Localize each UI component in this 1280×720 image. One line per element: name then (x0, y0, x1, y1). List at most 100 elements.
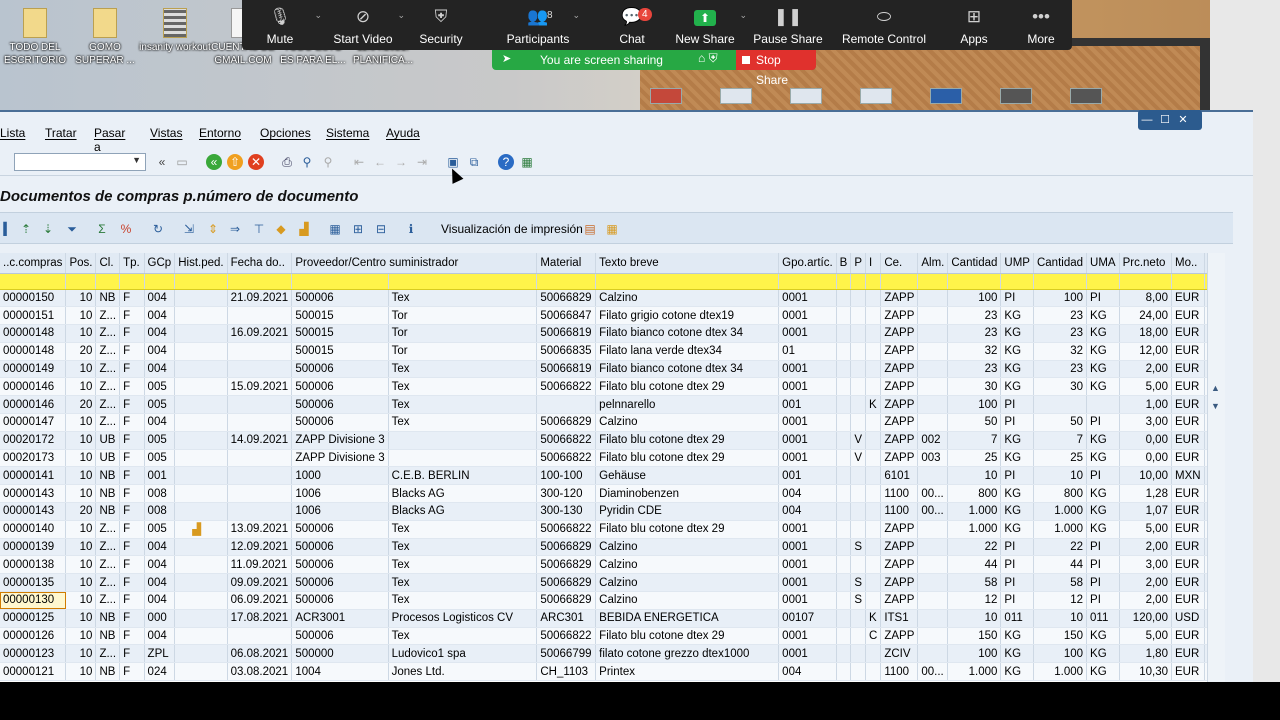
menu-item[interactable]: Lista (0, 126, 25, 140)
table-cell[interactable]: 20 (65, 502, 97, 521)
table-cell[interactable] (865, 449, 882, 468)
table-cell[interactable]: Calzino (595, 591, 780, 610)
table-cell[interactable]: 00000130 (0, 591, 67, 610)
table-cell[interactable]: 0001 (778, 360, 837, 379)
desktop-icon[interactable]: insanity workout (138, 8, 212, 54)
table-cell[interactable] (917, 573, 949, 593)
table-cell[interactable] (917, 591, 949, 610)
table-cell[interactable]: 004 (144, 555, 176, 575)
table-cell[interactable]: Calzino (595, 573, 780, 593)
subtotal-icon[interactable]: % (118, 221, 134, 237)
table-cell[interactable]: Z... (95, 306, 121, 326)
table-cell[interactable] (836, 644, 852, 664)
table-cell[interactable]: 00107 (778, 609, 837, 628)
table-row[interactable]: 00000146 20 Z... F 005 500006 Tex pelnnarello 00… (0, 395, 1225, 415)
more-button[interactable]: ••• More (997, 6, 1085, 46)
table-cell[interactable]: 50066835 (536, 342, 597, 361)
table-cell[interactable]: 50066822 (536, 377, 597, 397)
table-cell[interactable] (174, 306, 228, 326)
table-cell[interactable]: 01 (778, 342, 837, 361)
table-row[interactable]: 00000139 10 Z... F 004 12.09.2021 500006 Tex 500… (0, 538, 1225, 557)
table-cell[interactable]: 30 (1033, 377, 1088, 397)
table-cell[interactable]: ZAPP (880, 306, 919, 326)
last-page-icon[interactable]: ⇥ (414, 154, 430, 170)
column-header[interactable]: UMP (1000, 253, 1034, 274)
table-cell[interactable] (850, 502, 867, 521)
table-cell[interactable] (917, 306, 949, 326)
column-header[interactable]: Material (536, 253, 597, 274)
table-cell[interactable] (917, 289, 949, 308)
table-cell[interactable] (174, 395, 228, 415)
table-cell[interactable] (836, 360, 852, 379)
table-cell[interactable]: ZAPP (880, 431, 919, 450)
table-cell[interactable]: 0001 (778, 289, 837, 308)
table-cell[interactable] (850, 555, 867, 575)
table-row[interactable]: 00020172 10 UB F 005 14.09.2021 ZAPP Divisione… (0, 431, 1225, 450)
table-cell[interactable]: 10 (65, 662, 97, 682)
table-cell[interactable]: 8,00 (1119, 289, 1172, 308)
newshare-button[interactable]: ⬆ New Share ⌄ (661, 6, 749, 46)
table-cell[interactable]: 0001 (778, 591, 837, 610)
table-cell[interactable]: 011 (1086, 609, 1120, 628)
table-cell[interactable]: 1100 (880, 484, 919, 504)
table-cell[interactable] (227, 484, 293, 504)
chevron-down-icon[interactable]: ⌄ (572, 10, 580, 21)
table-cell[interactable]: KG (1086, 484, 1120, 504)
table-cell[interactable]: 100 (947, 289, 1002, 308)
table-cell[interactable]: KG (1000, 520, 1034, 539)
table-cell[interactable]: KG (1000, 644, 1034, 664)
table-cell[interactable]: EUR (1171, 324, 1205, 343)
table-cell[interactable]: KG (1086, 342, 1120, 361)
sort-descending-icon[interactable]: ⇣ (40, 221, 56, 237)
table-cell[interactable]: 00000123 (0, 644, 67, 664)
table-cell[interactable]: F (119, 342, 145, 361)
video-button[interactable]: ⊘ Start Video ⌄ (319, 6, 407, 46)
menu-item[interactable]: Tratar (45, 126, 77, 140)
table-cell[interactable]: Tor (388, 306, 538, 326)
table-cell[interactable]: 12,00 (1119, 342, 1172, 361)
table-cell[interactable] (174, 502, 228, 521)
table-cell[interactable]: UB (95, 449, 121, 468)
table-cell[interactable]: ZAPP (880, 377, 919, 397)
table-cell[interactable]: EUR (1171, 342, 1205, 361)
find-next-icon[interactable]: ⚲ (320, 154, 336, 170)
filter-cell[interactable] (778, 273, 837, 290)
table-cell[interactable]: 500000 (291, 644, 389, 664)
table-cell[interactable] (174, 662, 228, 682)
table-cell[interactable] (227, 466, 293, 486)
table-cell[interactable] (850, 377, 867, 397)
table-cell[interactable]: 5,00 (1119, 377, 1172, 397)
table-cell[interactable]: PI (1086, 555, 1120, 575)
table-cell[interactable] (836, 395, 852, 415)
table-cell[interactable]: V (850, 431, 867, 450)
table-cell[interactable]: 0001 (778, 573, 837, 593)
table-row[interactable]: 00000125 10 NB F 000 17.08.2021 ACR3001 Proceso… (0, 609, 1225, 628)
table-cell[interactable]: 00000147 (0, 413, 67, 432)
table-cell[interactable]: PI (1086, 289, 1120, 308)
table-cell[interactable]: KG (1000, 377, 1034, 397)
table-cell[interactable]: 005 (144, 395, 176, 415)
table-cell[interactable]: F (119, 484, 145, 504)
table-cell[interactable]: 0,00 (1119, 431, 1172, 450)
table-cell[interactable]: 004 (144, 573, 176, 593)
table-cell[interactable]: 004 (778, 484, 837, 504)
table-cell[interactable]: PI (1000, 413, 1034, 432)
column-header[interactable]: Texto breve (595, 253, 780, 274)
table-cell[interactable]: 1006 (291, 502, 389, 521)
table-cell[interactable]: 10 (65, 377, 97, 397)
table-cell[interactable]: 44 (947, 555, 1002, 575)
table-cell[interactable] (174, 484, 228, 504)
table-cell[interactable]: F (119, 289, 145, 308)
table-cell[interactable]: MXN (1171, 466, 1205, 486)
table-cell[interactable] (836, 466, 852, 486)
table-cell[interactable] (850, 520, 867, 539)
column-header[interactable]: Cl. (95, 253, 121, 274)
filter-cell[interactable] (836, 273, 852, 290)
table-cell[interactable]: ZAPP (880, 413, 919, 432)
column-header[interactable]: Fecha do.. (227, 253, 293, 274)
table-cell[interactable]: 1100 (880, 662, 919, 682)
table-cell[interactable]: F (119, 466, 145, 486)
table-cell[interactable]: EUR (1171, 449, 1205, 468)
table-cell[interactable]: Tex (388, 395, 538, 415)
table-cell[interactable]: KG (1000, 449, 1034, 468)
